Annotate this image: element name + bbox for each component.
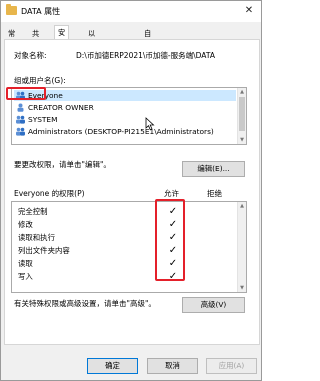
permission-name: 修改 [18, 220, 33, 229]
user-item-creator-owner[interactable]: CREATOR OWNER [14, 102, 236, 113]
user-icon [17, 103, 24, 112]
title-bar[interactable]: DATA 属性 ✕ [1, 1, 261, 22]
highlight-box-everyone [6, 87, 46, 100]
permissions-list: 完全控制 ✓ 修改 ✓ 读取和执行 ✓ 列出文件夹内容 ✓ 读取 ✓ 写入 ✓ [11, 201, 247, 293]
object-name-value: D:\币加德ERP2021\币加德-服务端\DATA [76, 51, 215, 60]
scroll-up-icon[interactable]: ▲ [238, 202, 246, 210]
deny-header: 拒绝 [207, 189, 222, 198]
cancel-button[interactable]: 取消 [147, 358, 198, 374]
advanced-button[interactable]: 高级(V) [182, 297, 245, 313]
user-item-label: CREATOR OWNER [28, 103, 94, 112]
allow-header: 允许 [164, 189, 179, 198]
group-icon [16, 127, 25, 136]
permission-row: 列出文件夹内容 ✓ [12, 245, 238, 257]
apply-button[interactable]: 应用(A) [206, 358, 257, 374]
user-item-everyone[interactable]: Everyone [14, 90, 236, 101]
advanced-hint: 有关特殊权限或高级设置，请单击"高级"。 [14, 299, 156, 308]
users-label: 组或用户名(G): [14, 76, 66, 85]
mouse-cursor-icon [145, 117, 155, 131]
permission-name: 完全控制 [18, 207, 48, 216]
user-item-label: SYSTEM [28, 115, 58, 124]
edit-button[interactable]: 编辑(E)... [182, 161, 245, 177]
user-item-label: Administrators (DESKTOP-PI215E1\Administ… [28, 127, 214, 136]
permission-row: 读取和执行 ✓ [12, 232, 238, 244]
permission-name: 读取和执行 [18, 233, 55, 242]
scroll-up-icon[interactable]: ▲ [238, 88, 246, 96]
user-list-scrollbar[interactable]: ▲ ▼ [237, 88, 246, 144]
window-title: DATA 属性 [21, 7, 61, 16]
permission-name: 读取 [18, 259, 33, 268]
permission-row: 读取 ✓ [12, 258, 238, 270]
permission-row: 写入 ✓ [12, 271, 238, 283]
folder-icon [6, 4, 17, 15]
permission-name: 列出文件夹内容 [18, 246, 70, 255]
permission-row: 修改 ✓ [12, 219, 238, 231]
permission-name: 写入 [18, 272, 33, 281]
highlight-box-allow [155, 199, 185, 281]
object-name-label: 对象名称: [14, 51, 47, 60]
group-icon [16, 115, 25, 124]
close-button[interactable]: ✕ [241, 3, 257, 19]
properties-window: DATA 属性 ✕ 常规 共享 安全 以前的版本 自定义 对象名称: D:\币加… [0, 0, 262, 381]
user-item-administrators[interactable]: Administrators (DESKTOP-PI215E1\Administ… [14, 126, 236, 137]
permissions-header: Everyone 的权限(P) [14, 189, 85, 198]
user-item-system[interactable]: SYSTEM [14, 114, 236, 125]
scroll-thumb[interactable] [239, 97, 245, 131]
ok-button[interactable]: 确定 [87, 358, 138, 374]
user-list[interactable]: Everyone CREATOR OWNER SYSTEM Administra… [11, 87, 247, 145]
scroll-down-icon[interactable]: ▼ [238, 136, 246, 144]
scroll-down-icon[interactable]: ▼ [238, 284, 246, 292]
permission-row: 完全控制 ✓ [12, 206, 238, 218]
change-hint: 要更改权限，请单击"编辑"。 [14, 160, 111, 169]
permissions-scrollbar[interactable]: ▲ ▼ [237, 202, 246, 292]
